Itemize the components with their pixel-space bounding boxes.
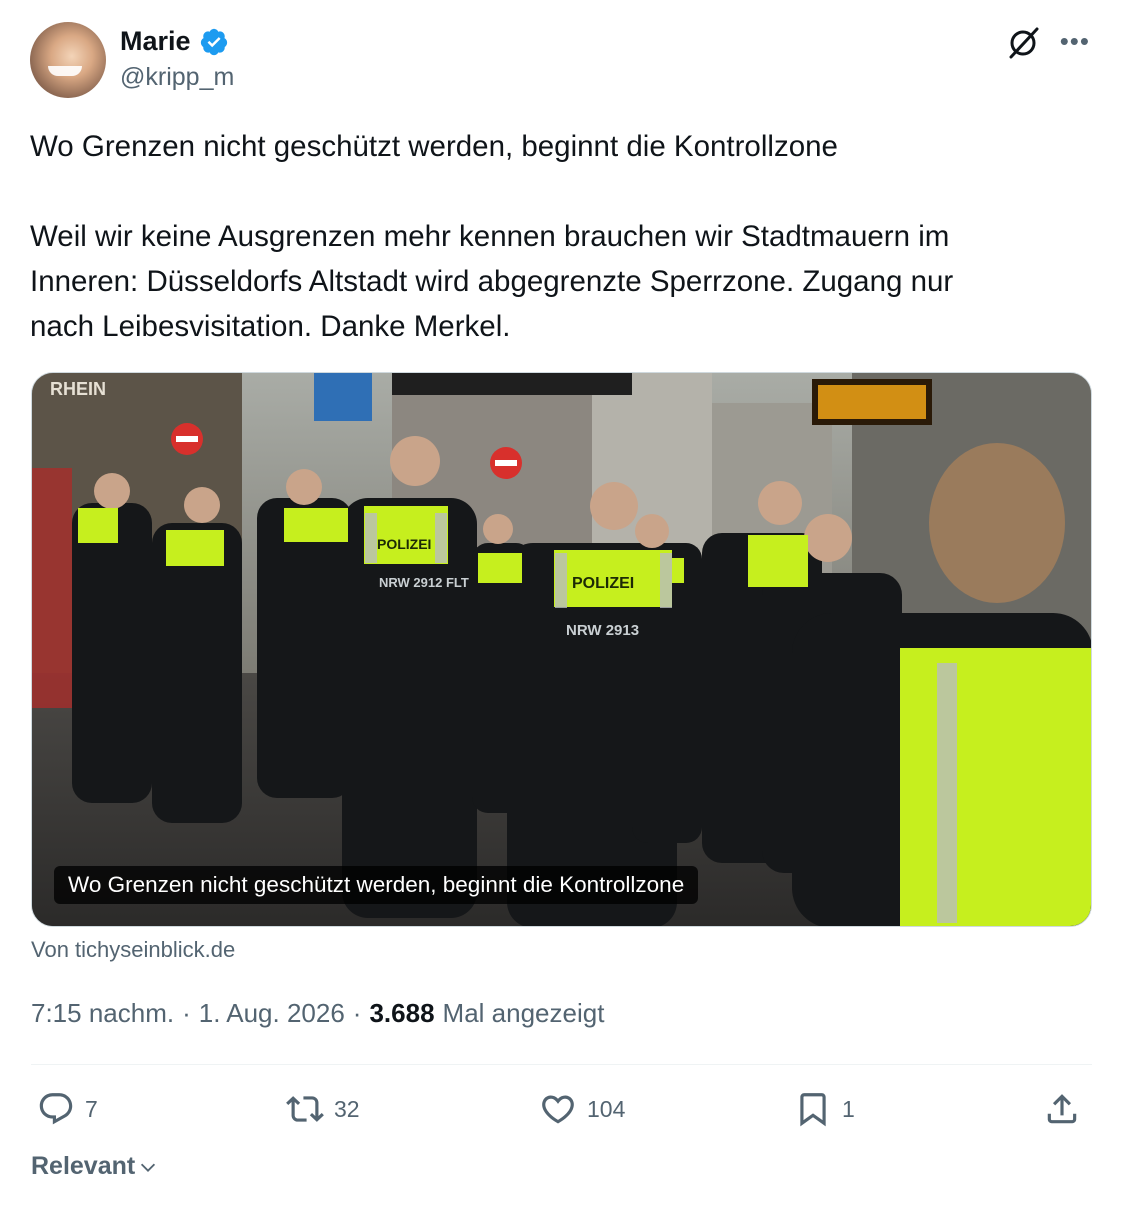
police-photo: RHEIN POLIZEI POLIZEI NRW 2912 FLT NRW 2… [32, 373, 1091, 926]
meta-separator: · [182, 998, 191, 1028]
sort-label: Relevant [31, 1152, 136, 1180]
tweet-header: Marie @kripp_m ••• [30, 22, 1092, 100]
photo-vest-text: POLIZEI [377, 536, 431, 552]
repost-button[interactable]: 32 [286, 1086, 360, 1132]
tweet-meta: 7:15 nachm. · 1. Aug. 2026 · 3.688 Mal a… [31, 998, 604, 1029]
author-names: Marie @kripp_m [120, 26, 234, 92]
display-name[interactable]: Marie [120, 26, 191, 57]
grok-icon[interactable] [1006, 24, 1042, 60]
tweet-line: nach Leibesvisitation. Danke Merkel. [30, 310, 511, 343]
handle[interactable]: @kripp_m [120, 63, 234, 92]
tweet-line: Weil wir keine Ausgrenzen mehr kennen br… [30, 220, 950, 253]
avatar[interactable] [30, 22, 106, 98]
views-label: Mal angezeigt [442, 998, 605, 1028]
chevron-down-icon [141, 1163, 156, 1172]
name-row: Marie [120, 26, 234, 57]
heart-icon [542, 1095, 574, 1124]
meta-separator: · [352, 998, 362, 1028]
reply-button[interactable]: 7 [37, 1086, 98, 1132]
bookmark-icon [800, 1093, 826, 1127]
verified-badge-icon [200, 28, 227, 55]
reply-count: 7 [85, 1095, 98, 1122]
card-source[interactable]: Von tichyseinblick.de [31, 937, 235, 963]
reply-icon [39, 1093, 73, 1125]
like-button[interactable]: 104 [539, 1086, 625, 1132]
action-bar: 7 32 104 1 [31, 1086, 1092, 1134]
bookmark-count: 1 [842, 1095, 855, 1122]
repost-icon [286, 1096, 324, 1122]
sort-dropdown[interactable]: Relevant [31, 1152, 159, 1181]
photo-shop-sign: RHEIN [50, 379, 106, 399]
tweet-time[interactable]: 7:15 nachm. [31, 998, 174, 1029]
like-count: 104 [587, 1095, 626, 1122]
tweet-line: Wo Grenzen nicht geschützt werden, begin… [30, 130, 838, 163]
tweet-date[interactable]: 1. Aug. 2026 [199, 998, 345, 1029]
divider [31, 1064, 1092, 1065]
photo-vest-text: POLIZEI [572, 575, 634, 592]
photo-vest-number: NRW 2913 [566, 622, 639, 639]
tweet-text: Wo Grenzen nicht geschützt werden, begin… [30, 124, 1092, 349]
tweet-line: Inneren: Düsseldorfs Altstadt wird abgeg… [30, 265, 954, 298]
views-count: 3.688 [369, 998, 435, 1028]
bookmark-button[interactable]: 1 [794, 1086, 855, 1132]
more-options-icon[interactable]: ••• [1060, 28, 1090, 54]
card-title: Wo Grenzen nicht geschützt werden, begin… [54, 866, 699, 904]
share-icon [1047, 1094, 1077, 1124]
link-card-image[interactable]: RHEIN POLIZEI POLIZEI NRW 2912 FLT NRW 2… [31, 372, 1092, 927]
repost-count: 32 [334, 1095, 360, 1122]
share-button[interactable] [1043, 1086, 1081, 1132]
photo-vest-number: NRW 2912 FLT [379, 575, 469, 590]
